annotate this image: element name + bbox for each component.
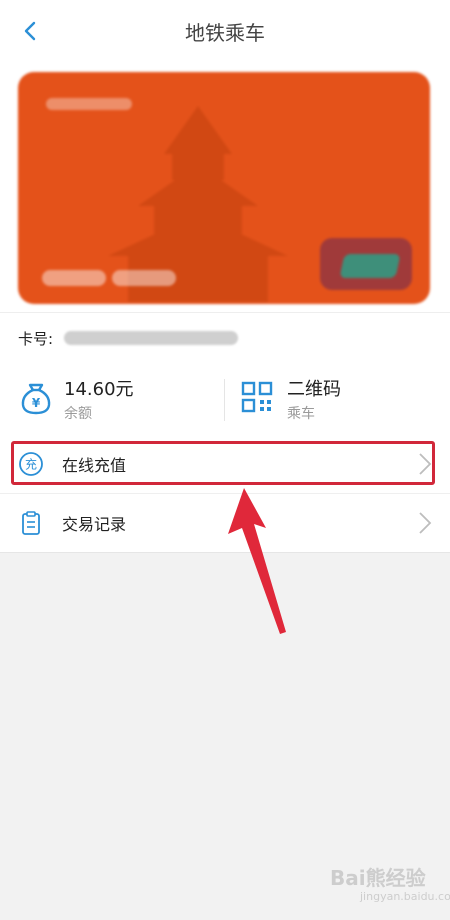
- card-number-masked: [64, 331, 238, 345]
- qrcode-value: 二维码: [287, 379, 341, 400]
- card-brand-badge: [320, 238, 412, 290]
- clipboard-icon: [22, 511, 40, 535]
- annotation-arrow-icon: [228, 488, 286, 634]
- info-row: ¥ 14.60元 余额 二维码 乘车: [0, 363, 450, 436]
- card-number-label: 卡号:: [18, 329, 54, 348]
- svg-text:¥: ¥: [32, 396, 41, 410]
- tower-illustration: [108, 106, 288, 302]
- balance-value: 14.60元: [64, 379, 134, 400]
- qrcode-block[interactable]: 二维码 乘车: [225, 363, 450, 435]
- highlight-box: [11, 441, 435, 485]
- money-bag-icon: ¥: [21, 383, 51, 415]
- qrcode-icon: [241, 381, 273, 413]
- balance-label: 余额: [64, 406, 92, 422]
- card-tag-2: [112, 270, 176, 286]
- transaction-records-row[interactable]: 交易记录: [0, 494, 450, 553]
- transit-card-image[interactable]: [18, 72, 430, 304]
- top-bar: 地铁乘车: [0, 0, 450, 62]
- card-number-row: 卡号:: [0, 312, 450, 364]
- watermark-main: Bai熊经验: [330, 866, 426, 890]
- page-title: 地铁乘车: [185, 20, 265, 45]
- watermark-sub: jingyan.baidu.com: [360, 890, 450, 903]
- qrcode-label: 乘车: [287, 406, 315, 422]
- card-tag-1: [42, 270, 106, 286]
- baidu-watermark: Bai熊经验 jingyan.baidu.com: [330, 862, 450, 908]
- chevron-right-icon: [419, 512, 432, 534]
- card-section: [0, 62, 450, 312]
- balance-block[interactable]: ¥ 14.60元 余额: [0, 363, 224, 435]
- transaction-records-label: 交易记录: [62, 515, 127, 534]
